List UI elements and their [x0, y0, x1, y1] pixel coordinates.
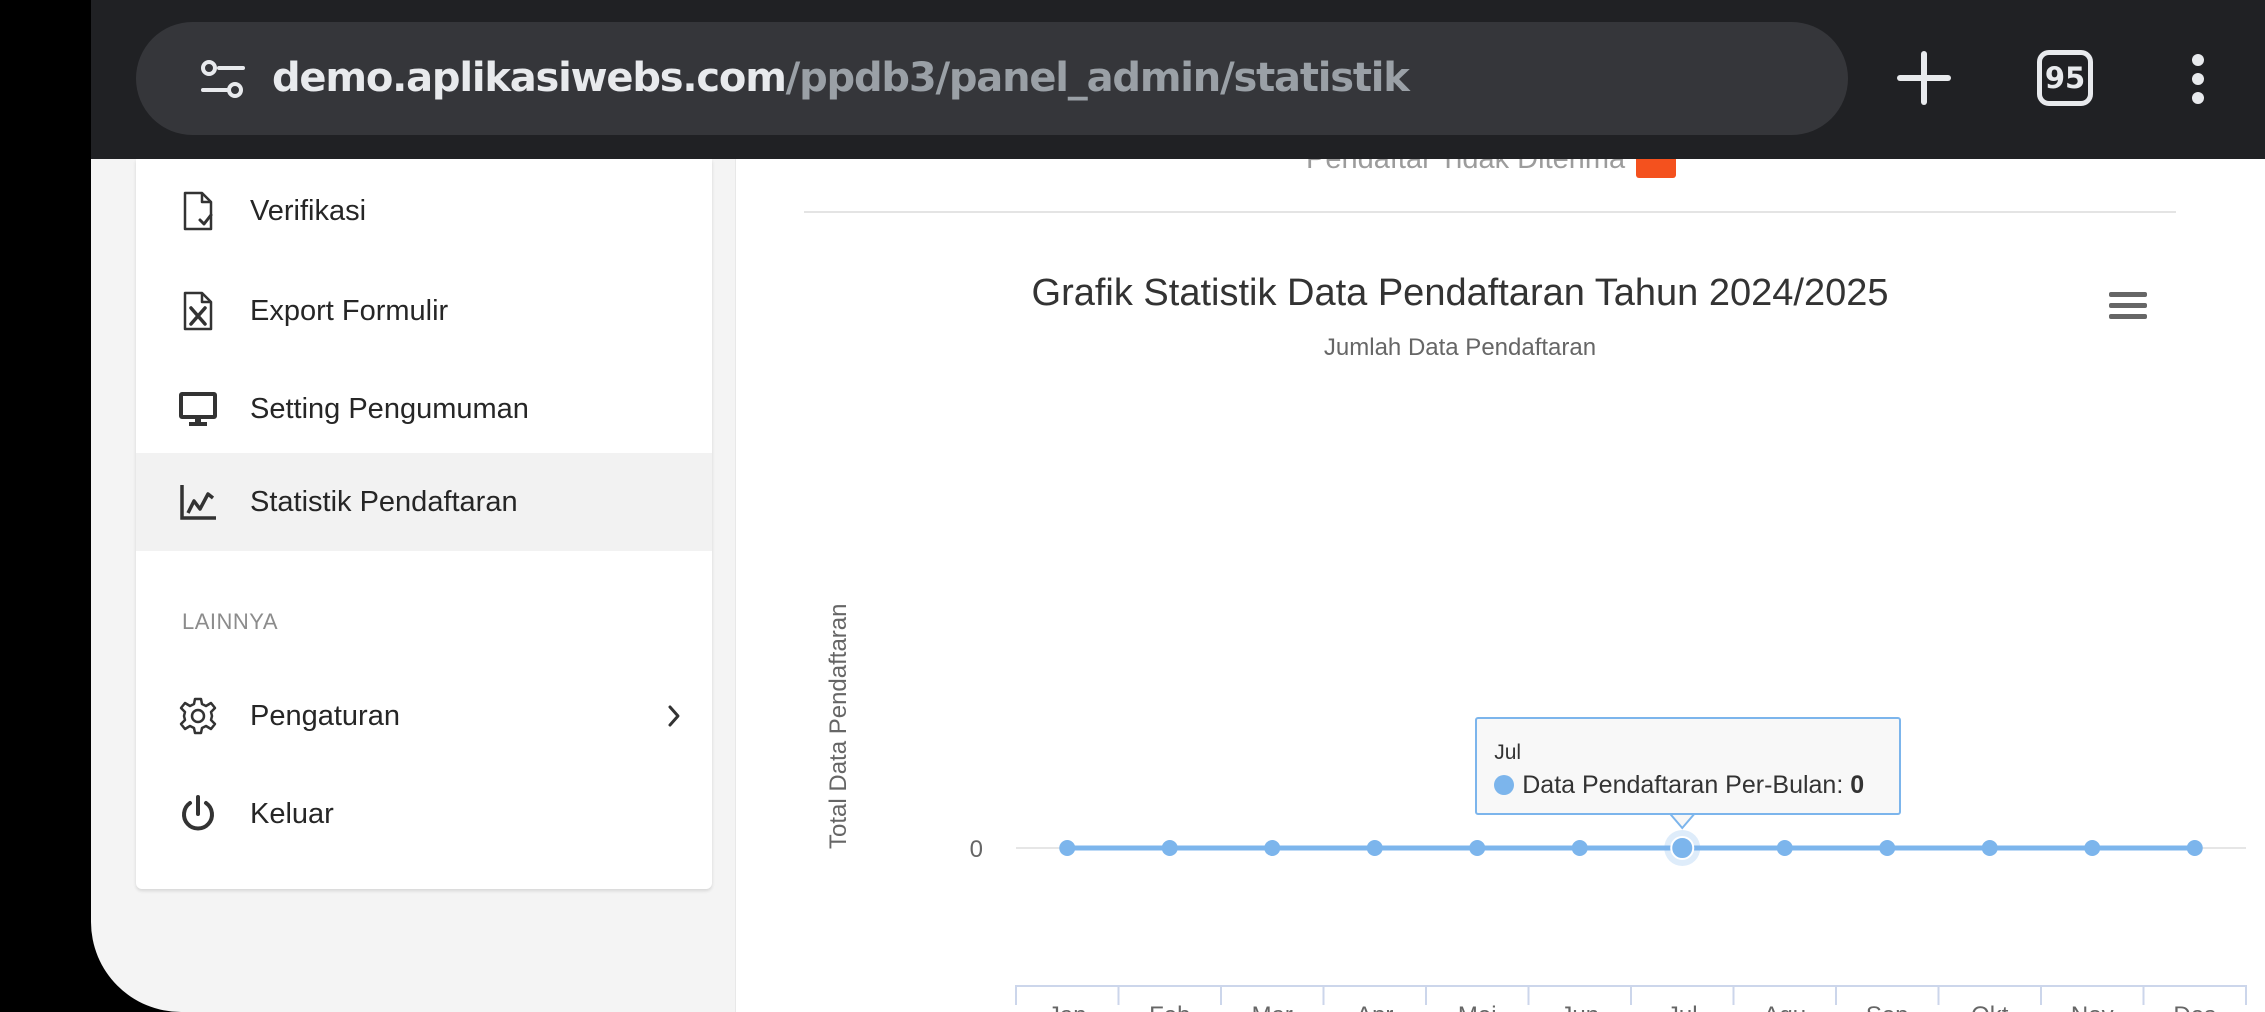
- data-point: [1059, 840, 1076, 856]
- data-point: [1161, 840, 1178, 856]
- sidebar-item-label: Statistik Pendaftaran: [250, 485, 518, 518]
- data-point: [1879, 840, 1896, 856]
- data-point: [2186, 840, 2203, 856]
- x-tick-label: Jul: [1667, 1002, 1698, 1012]
- x-tick-label: Jan: [1048, 1002, 1087, 1012]
- x-tick-label: Okt: [1971, 1002, 2009, 1012]
- x-tick-label: Agu: [1763, 1002, 1806, 1012]
- data-point: [1776, 840, 1793, 856]
- data-point: [2084, 840, 2101, 856]
- tabs-icon[interactable]: 95: [2037, 50, 2093, 106]
- data-point: [1571, 840, 1588, 856]
- line-chart: 0 Jan Feb Mar Apr Mei Jun Jul Agu Sep Okt Nov Des: [970, 813, 2247, 1012]
- x-tick-label: Apr: [1356, 1002, 1393, 1012]
- monitor-icon: [179, 392, 217, 426]
- sidebar-item-label: Setting Pengumuman: [250, 392, 529, 425]
- sidebar-item-export-formulir[interactable]: Export Formulir: [136, 262, 712, 360]
- x-tick-label: Jun: [1560, 1002, 1599, 1012]
- url-host: demo.aplikasiwebs.com: [272, 55, 787, 101]
- x-tick-label: Feb: [1149, 1002, 1190, 1012]
- chevron-right-icon: [668, 705, 680, 727]
- data-point: [1981, 840, 1998, 856]
- x-tick-label: Mar: [1252, 1002, 1293, 1012]
- sidebar-item-pengaturan[interactable]: Pengaturan: [136, 667, 712, 765]
- x-tick-label: Des: [2173, 1002, 2216, 1012]
- data-point: [1670, 836, 1695, 860]
- x-tick-label: Nov: [2071, 1002, 2114, 1012]
- tooltip-category: Jul: [1494, 741, 1522, 764]
- file-check-icon: [183, 191, 213, 231]
- x-tick-label: Sep: [1866, 1002, 1909, 1012]
- power-icon: [182, 795, 214, 831]
- sidebar-item-setting-pengumuman[interactable]: Setting Pengumuman: [136, 360, 712, 458]
- y-tick-label: 0: [970, 836, 983, 863]
- file-excel-icon: [183, 291, 213, 331]
- sidebar-item-label: Keluar: [250, 797, 334, 830]
- sidebar-item-label: Export Formulir: [250, 294, 449, 327]
- gear-icon: [179, 697, 217, 735]
- plus-icon[interactable]: [1896, 50, 1952, 106]
- tooltip-series-name: Data Pendaftaran Per-Bulan: [1522, 771, 1837, 799]
- x-tick-label: Mei: [1458, 1002, 1497, 1012]
- page-content: Verifikasi Export Formulir Setting Pengu…: [91, 159, 2265, 1012]
- sidebar-item-statistik-pendaftaran[interactable]: Statistik Pendaftaran: [136, 453, 712, 551]
- tooltip-row: Data Pendaftaran Per-Bulan: 0: [1494, 771, 1864, 800]
- sidebar-item-label: Verifikasi: [250, 194, 367, 227]
- url-text[interactable]: demo.aplikasiwebs.com/ppdb3/panel_admin/…: [272, 52, 1410, 104]
- tooltip-series-dot: [1494, 775, 1515, 795]
- sidebar-item-label: Pengaturan: [250, 699, 400, 732]
- data-point: [1264, 840, 1281, 856]
- tune-icon[interactable]: [201, 59, 245, 99]
- sidebar: Verifikasi Export Formulir Setting Pengu…: [136, 159, 712, 889]
- tooltip-pointer: [1668, 813, 1697, 830]
- url-path: /ppdb3/panel_admin/statistik: [785, 55, 1410, 101]
- data-point: [1469, 840, 1486, 856]
- tab-count: 95: [2044, 61, 2086, 95]
- browser-toolbar: demo.aplikasiwebs.com/ppdb3/panel_admin/…: [91, 0, 2265, 159]
- main-card: Pendaftar Tidak Diterima Grafik Statisti…: [735, 159, 2265, 1012]
- sidebar-item-keluar[interactable]: Keluar: [136, 765, 712, 863]
- tooltip-value: 0: [1850, 771, 1865, 799]
- kebab-menu-icon[interactable]: [2191, 54, 2205, 104]
- data-point: [1366, 840, 1383, 856]
- line-chart-icon: [180, 485, 216, 520]
- sidebar-item-verifikasi[interactable]: Verifikasi: [136, 162, 712, 260]
- address-bar[interactable]: demo.aplikasiwebs.com/ppdb3/panel_admin/…: [136, 22, 1848, 135]
- section-label: LAINNYA: [182, 609, 279, 634]
- chart-tooltip: Jul Data Pendaftaran Per-Bulan: 0: [1475, 717, 1902, 815]
